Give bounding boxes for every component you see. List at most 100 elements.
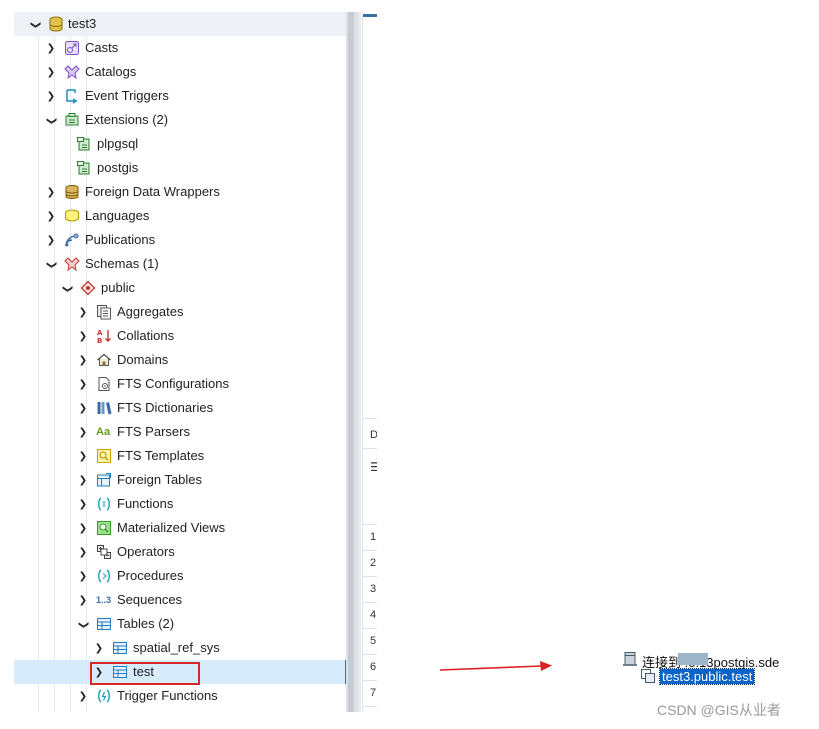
tree-item-extensions[interactable]: Extensions (2) — [14, 108, 346, 132]
row-number: 2 — [370, 557, 377, 569]
tree-item-languages[interactable]: Languages — [14, 204, 346, 228]
languages-icon — [64, 208, 80, 224]
svg-text:B: B — [97, 337, 102, 344]
chevron-right-icon[interactable] — [76, 448, 90, 464]
tree-item-functions[interactable]: Functions — [14, 492, 346, 516]
chevron-right-icon[interactable] — [76, 328, 90, 344]
function-icon — [96, 496, 112, 512]
row-number: 4 — [370, 609, 377, 621]
tree-item-postgis[interactable]: postgis — [14, 156, 346, 180]
tree-item-catalogs[interactable]: Catalogs — [14, 60, 346, 84]
tree-item-casts[interactable]: Casts — [14, 36, 346, 60]
fts-template-icon — [96, 448, 112, 464]
chevron-down-icon[interactable] — [44, 112, 58, 128]
tree-item-sequences[interactable]: 1..3 Sequences — [14, 588, 346, 612]
fts-configuration-icon — [96, 376, 112, 392]
tree-item-public[interactable]: public — [14, 276, 346, 300]
tree-item-event-triggers[interactable]: Event Triggers — [14, 84, 346, 108]
tree-item-fts-parsers[interactable]: Aa FTS Parsers — [14, 420, 346, 444]
chevron-right-icon[interactable] — [44, 64, 58, 80]
chevron-right-icon[interactable] — [76, 688, 90, 704]
tree-item-label: FTS Dictionaries — [117, 400, 214, 415]
tree-item-publications[interactable]: Publications — [14, 228, 346, 252]
chevron-right-icon[interactable] — [76, 376, 90, 392]
chevron-down-icon[interactable] — [28, 16, 42, 32]
extension-icon — [76, 136, 92, 152]
tree-item-foreign-tables[interactable]: Foreign Tables — [14, 468, 346, 492]
tree-item-fts-templates[interactable]: FTS Templates — [14, 444, 346, 468]
chevron-down-icon[interactable] — [44, 256, 58, 272]
tree-item-collations[interactable]: AB Collations — [14, 324, 346, 348]
trigger-function-icon — [96, 688, 112, 704]
chevron-right-icon[interactable] — [76, 568, 90, 584]
query-panel-edge: D ☰ 1 2 3 4 5 6 7 — [362, 12, 377, 712]
chevron-right-icon[interactable] — [92, 640, 106, 656]
tree-item-test3[interactable]: test3 — [14, 12, 346, 36]
tree-item-fts-configurations[interactable]: FTS Configurations — [14, 372, 346, 396]
tree-item-operators[interactable]: Operators — [14, 540, 346, 564]
row-number: 7 — [370, 687, 377, 699]
tree-item-label: Schemas (1) — [85, 256, 159, 271]
tree-item-label: Aggregates — [117, 304, 184, 319]
tree-item-label: Domains — [117, 352, 169, 367]
materialized-view-icon — [96, 520, 112, 536]
chevron-right-icon[interactable] — [44, 88, 58, 104]
row-number: 1 — [370, 531, 377, 543]
tree-item-foreign-data-wrappers[interactable]: Foreign Data Wrappers — [14, 180, 346, 204]
tree-item-trigger-functions[interactable]: Trigger Functions — [14, 684, 346, 708]
tree-item-label: Procedures — [117, 568, 184, 583]
tree-item-schemas[interactable]: Schemas (1) — [14, 252, 346, 276]
chevron-down-icon[interactable] — [60, 280, 74, 296]
chevron-right-icon[interactable] — [76, 424, 90, 440]
chevron-right-icon[interactable] — [76, 400, 90, 416]
fts-parser-icon: Aa — [96, 426, 111, 438]
panel-splitter[interactable] — [358, 12, 361, 712]
fts-dictionary-icon — [96, 400, 112, 416]
chevron-right-icon[interactable] — [76, 352, 90, 368]
redaction-mask — [678, 653, 708, 665]
grid-row-border — [363, 550, 377, 551]
chevron-right-icon[interactable] — [76, 496, 90, 512]
chevron-right-icon[interactable] — [76, 544, 90, 560]
tree-item-label: Casts — [85, 40, 119, 55]
chevron-right-icon[interactable] — [76, 592, 90, 608]
tree-item-label: Functions — [117, 496, 174, 511]
annotation-arrow — [439, 661, 552, 671]
chevron-right-icon[interactable] — [76, 472, 90, 488]
tree-item-spatial-ref-sys[interactable]: spatial_ref_sys — [14, 636, 346, 660]
chevron-right-icon[interactable] — [76, 520, 90, 536]
menu-icon[interactable]: ☰ — [370, 460, 377, 474]
chevron-right-icon[interactable] — [44, 208, 58, 224]
tab-fragment[interactable]: D — [370, 428, 377, 442]
tree-item-fts-dictionaries[interactable]: FTS Dictionaries — [14, 396, 346, 420]
table-icon — [112, 640, 128, 656]
event-trigger-icon — [64, 88, 80, 104]
tree-item-aggregates[interactable]: Aggregates — [14, 300, 346, 324]
tree-item-label: Materialized Views — [117, 520, 226, 535]
tree-item-procedures[interactable]: Procedures — [14, 564, 346, 588]
panel-border — [363, 448, 377, 449]
tree-scrollbar-thumb[interactable] — [348, 12, 354, 712]
foreign-data-wrapper-icon — [64, 184, 80, 200]
object-browser-tree: test3 Casts Catalogs Event Triggers Exte… — [14, 12, 348, 712]
tree-item-label: Sequences — [117, 592, 183, 607]
feature-class-label[interactable]: test3.public.test — [658, 668, 756, 685]
tree-item-materialized-views[interactable]: Materialized Views — [14, 516, 346, 540]
chevron-right-icon[interactable] — [76, 304, 90, 320]
tree-item-label: Foreign Tables — [117, 472, 203, 487]
foreign-table-icon — [96, 472, 112, 488]
tree-item-plpgsql[interactable]: plpgsql — [14, 132, 346, 156]
chevron-right-icon[interactable] — [44, 232, 58, 248]
tree-item-domains[interactable]: Domains — [14, 348, 346, 372]
tree-item-label: Trigger Functions — [117, 688, 218, 703]
tree-item-label: FTS Templates — [117, 448, 205, 463]
chevron-down-icon[interactable] — [76, 616, 90, 632]
chevron-right-icon[interactable] — [44, 40, 58, 56]
tree-item-label: FTS Configurations — [117, 376, 229, 391]
aggregate-icon — [96, 304, 112, 320]
domain-icon — [96, 352, 112, 368]
database-icon — [48, 16, 64, 32]
chevron-right-icon[interactable] — [44, 184, 58, 200]
tree-item-tables[interactable]: Tables (2) — [14, 612, 346, 636]
feature-class-icon — [640, 668, 656, 687]
